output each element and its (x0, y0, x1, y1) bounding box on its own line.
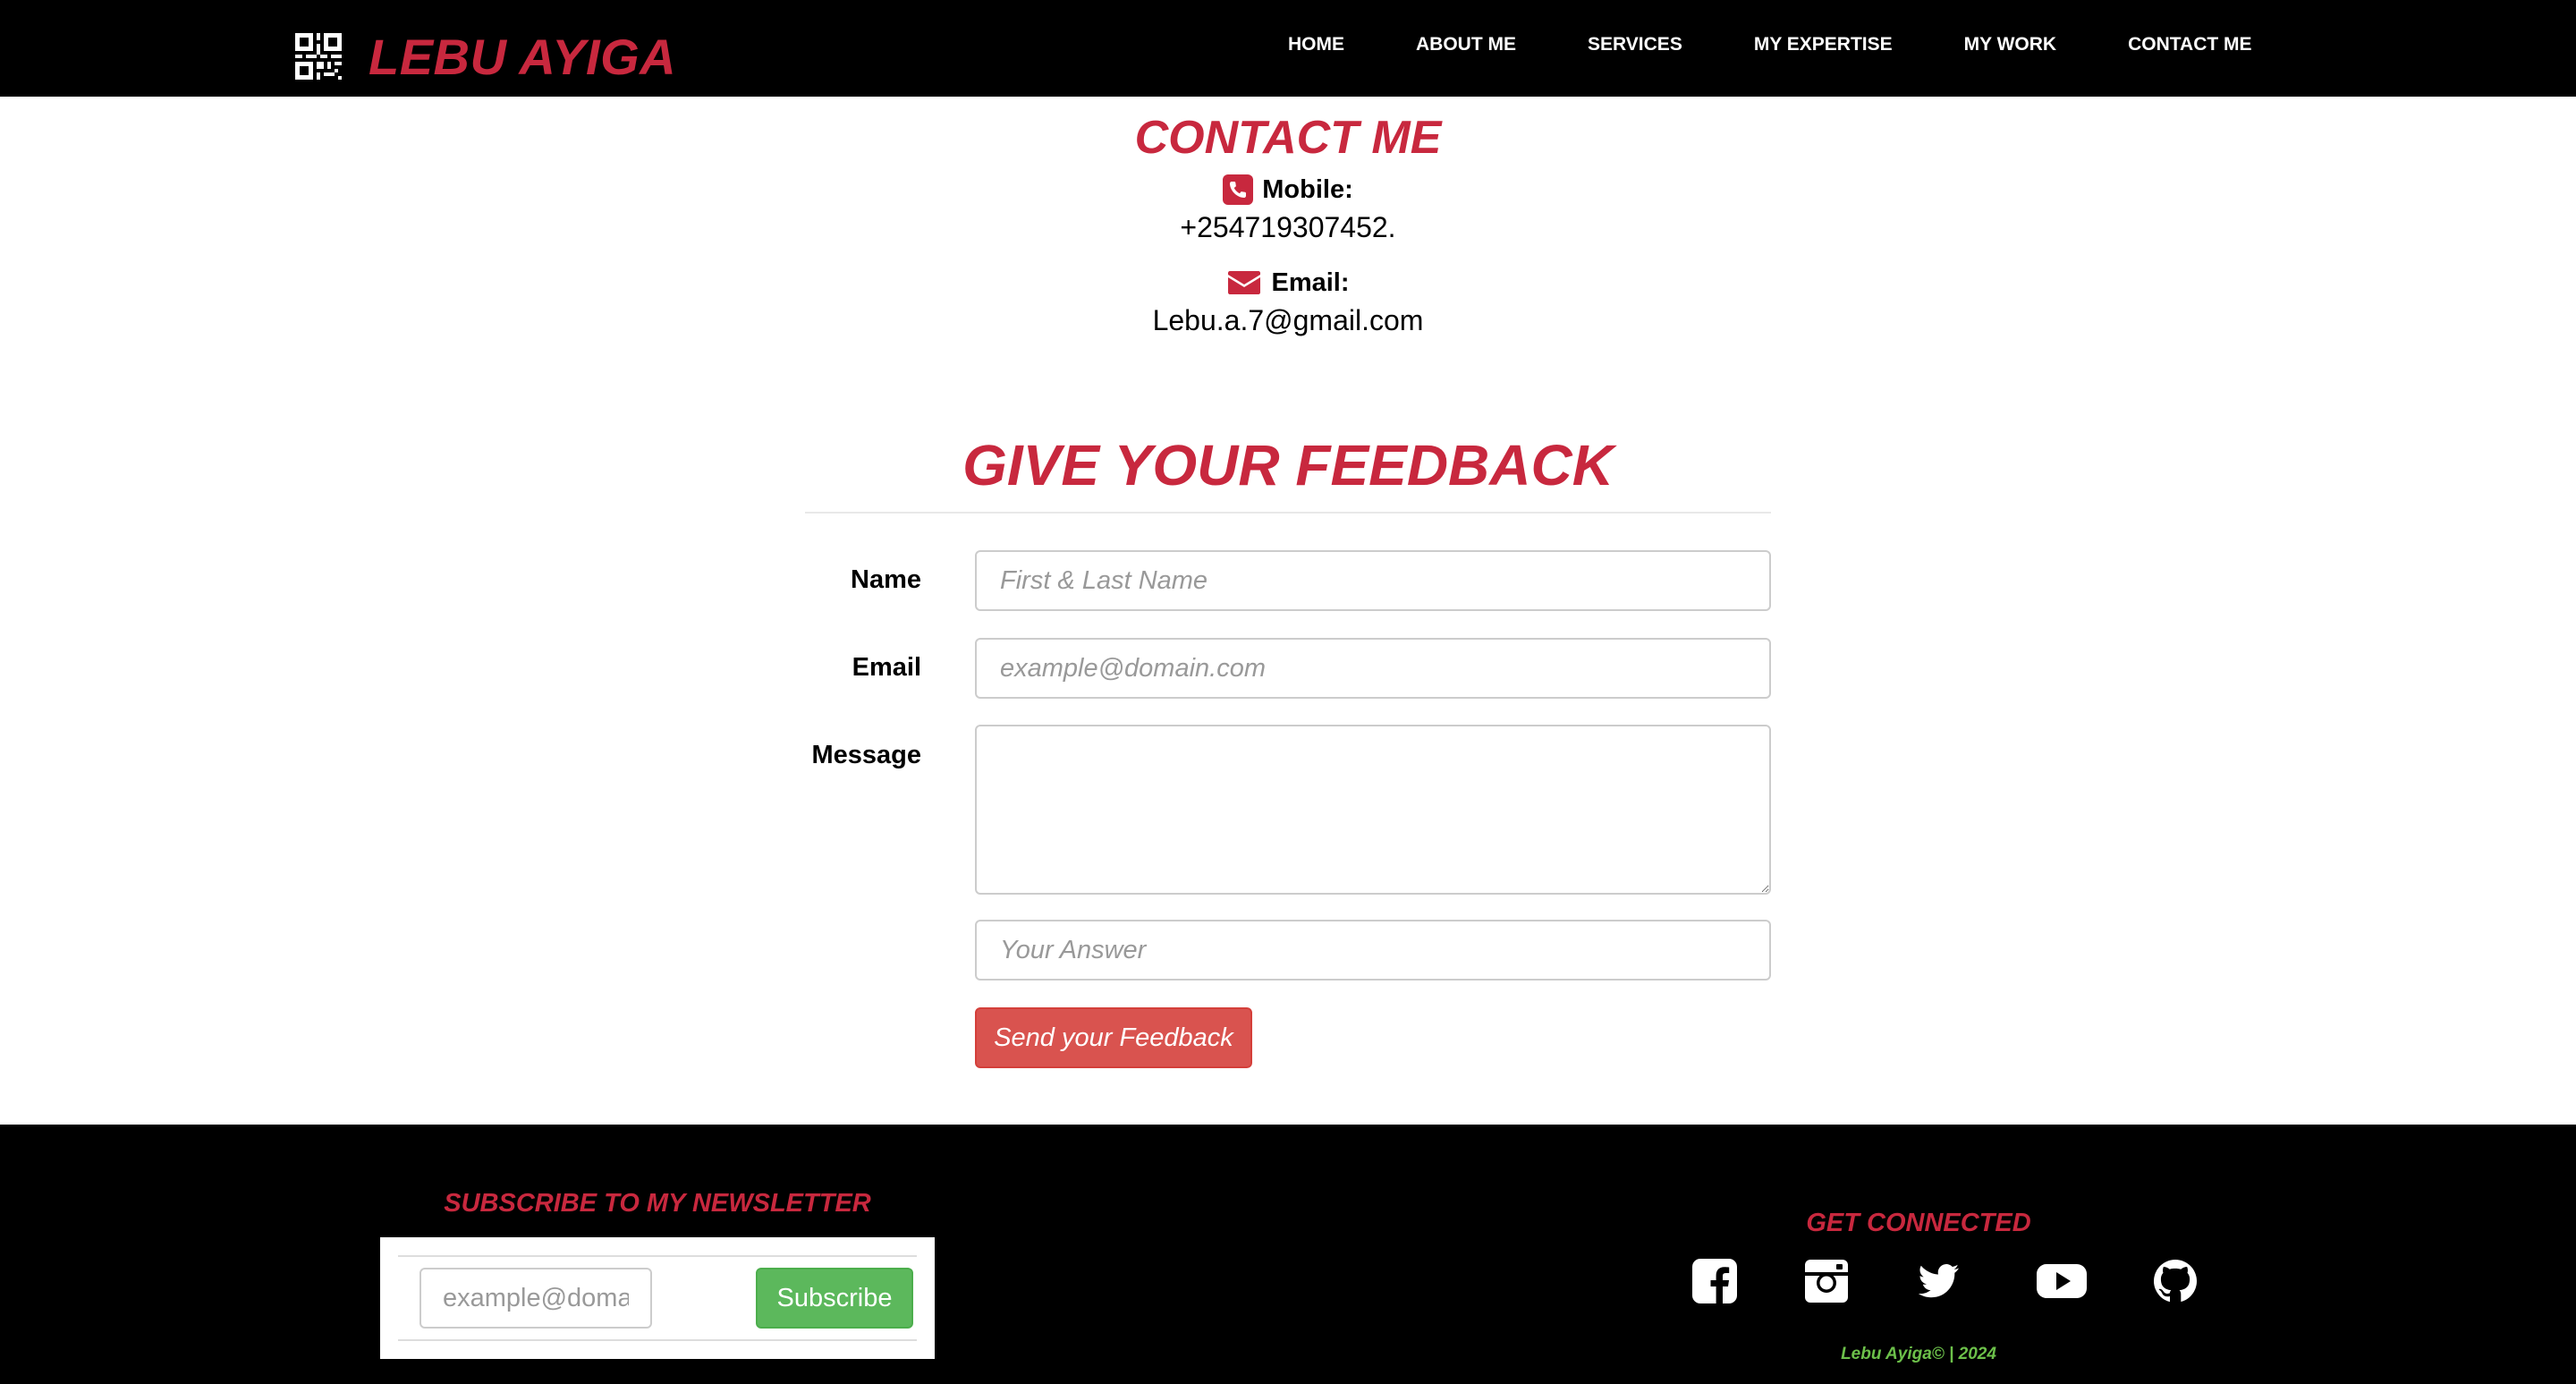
github-icon[interactable] (2151, 1257, 2199, 1305)
mobile-label: Mobile: (1262, 174, 1353, 204)
qr-code-icon (295, 33, 342, 80)
envelope-icon (1228, 271, 1261, 294)
nav-item-services[interactable]: SERVICES (1552, 34, 1718, 55)
instagram-icon[interactable] (1802, 1257, 1851, 1305)
email-label: Email: (1271, 267, 1350, 297)
contact-title: CONTACT ME (1134, 112, 1442, 164)
nav-menu: HOME ABOUT ME SERVICES MY EXPERTISE MY W… (1252, 0, 2288, 89)
nav-item-about-me[interactable]: ABOUT ME (1380, 34, 1552, 55)
message-textarea[interactable] (975, 725, 1771, 895)
email-input[interactable] (975, 638, 1771, 699)
message-label: Message (811, 741, 921, 769)
navbar: LEBU AYIGA HOME ABOUT ME SERVICES MY EXP… (0, 0, 2576, 97)
name-input[interactable] (975, 550, 1771, 611)
mobile-label-row: Mobile: (0, 172, 2576, 208)
feedback-title: GIVE YOUR FEEDBACK (962, 433, 1614, 497)
brand-name: LEBU AYIGA (369, 28, 677, 85)
footer: SUBSCRIBE TO MY NEWSLETTER Subscribe GET… (0, 1125, 2576, 1384)
facebook-icon[interactable] (1690, 1257, 1739, 1305)
email-field-label: Email (852, 653, 921, 682)
copyright-text: Lebu Ayiga© | 2024 (1841, 1345, 1996, 1363)
answer-input[interactable] (975, 920, 1771, 981)
nav-item-home[interactable]: HOME (1252, 34, 1380, 55)
newsletter-top-divider (398, 1255, 917, 1257)
contact-section: CONTACT ME Mobile: +254719307452. Email:… (0, 97, 2576, 340)
email-value: Lebu.a.7@gmail.com (1152, 304, 1424, 336)
nav-item-contact-me[interactable]: CONTACT ME (2092, 34, 2287, 55)
feedback-divider (805, 512, 1771, 514)
twitter-icon[interactable] (1914, 1257, 1962, 1305)
nav-item-my-work[interactable]: MY WORK (1928, 34, 2092, 55)
email-label-row: Email: (0, 265, 2576, 301)
newsletter-form: Subscribe (380, 1237, 935, 1359)
nav-item-my-expertise[interactable]: MY EXPERTISE (1718, 34, 1928, 55)
name-label: Name (851, 565, 921, 594)
brand-link[interactable]: LEBU AYIGA (295, 25, 676, 88)
connect-title: GET CONNECTED (1806, 1209, 2031, 1237)
phone-icon (1223, 174, 1254, 205)
newsletter-bottom-divider (398, 1339, 917, 1341)
newsletter-email-input[interactable] (419, 1268, 652, 1329)
mobile-value: +254719307452. (1180, 211, 1396, 243)
send-feedback-button[interactable]: Send your Feedback (975, 1007, 1252, 1068)
subscribe-button[interactable]: Subscribe (756, 1268, 913, 1329)
youtube-icon[interactable] (2035, 1257, 2089, 1305)
newsletter-title: SUBSCRIBE TO MY NEWSLETTER (444, 1189, 871, 1218)
